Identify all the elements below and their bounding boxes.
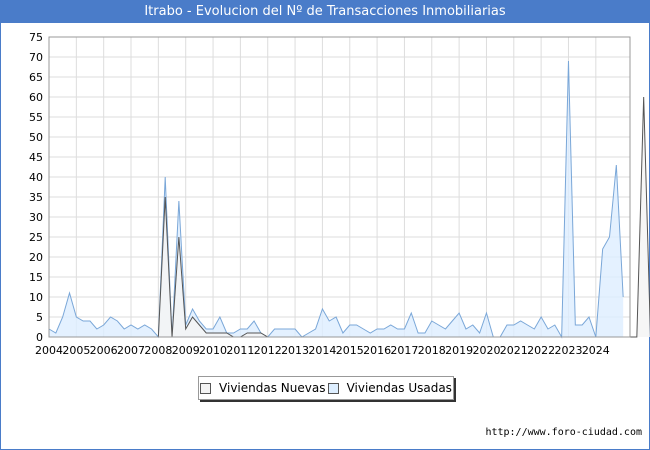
legend-item-usadas: Viviendas Usadas: [327, 381, 452, 395]
x-tick-label: 2011: [226, 344, 254, 357]
x-tick-label: 2019: [445, 344, 473, 357]
y-tick-label: 0: [36, 331, 43, 344]
y-tick-label: 15: [29, 271, 43, 284]
source-link[interactable]: http://www.foro-ciudad.com: [485, 427, 642, 438]
y-tick-label: 60: [29, 91, 43, 104]
x-tick-label: 2007: [117, 344, 145, 357]
x-tick-label: 2010: [199, 344, 227, 357]
x-tick-label: 2020: [472, 344, 500, 357]
x-tick-label: 2013: [281, 344, 309, 357]
legend-label-nuevas: Viviendas Nuevas: [219, 381, 326, 395]
x-tick-label: 2014: [308, 344, 336, 357]
y-tick-label: 5: [36, 311, 43, 324]
x-tick-label: 2017: [390, 344, 418, 357]
x-tick-label: 2024: [582, 344, 610, 357]
y-tick-label: 50: [29, 131, 43, 144]
y-tick-label: 20: [29, 251, 43, 264]
legend-swatch-nuevas: [200, 382, 212, 394]
y-tick-label: 65: [29, 71, 43, 84]
legend-label-usadas: Viviendas Usadas: [346, 381, 452, 395]
legend-swatch-usadas: [327, 382, 339, 394]
x-tick-label: 2006: [90, 344, 118, 357]
legend: Viviendas Nuevas Viviendas Usadas: [198, 376, 454, 400]
y-tick-label: 40: [29, 171, 43, 184]
x-tick-label: 2015: [336, 344, 364, 357]
x-tick-label: 2018: [418, 344, 446, 357]
y-tick-label: 35: [29, 191, 43, 204]
x-tick-label: 2005: [62, 344, 90, 357]
plot-area: [48, 36, 631, 338]
y-tick-label: 75: [29, 31, 43, 44]
y-tick-label: 10: [29, 291, 43, 304]
x-tick-label: 2016: [363, 344, 391, 357]
x-tick-label: 2008: [144, 344, 172, 357]
x-tick-label: 2009: [172, 344, 200, 357]
y-tick-label: 25: [29, 231, 43, 244]
x-tick-label: 2004: [35, 344, 63, 357]
legend-item-nuevas: Viviendas Nuevas: [200, 381, 325, 395]
y-tick-label: 45: [29, 151, 43, 164]
y-tick-label: 55: [29, 111, 43, 124]
x-tick-label: 2023: [554, 344, 582, 357]
x-tick-label: 2021: [500, 344, 528, 357]
y-tick-label: 70: [29, 51, 43, 64]
x-tick-label: 2012: [254, 344, 282, 357]
x-tick-label: 2022: [527, 344, 555, 357]
y-tick-label: 30: [29, 211, 43, 224]
